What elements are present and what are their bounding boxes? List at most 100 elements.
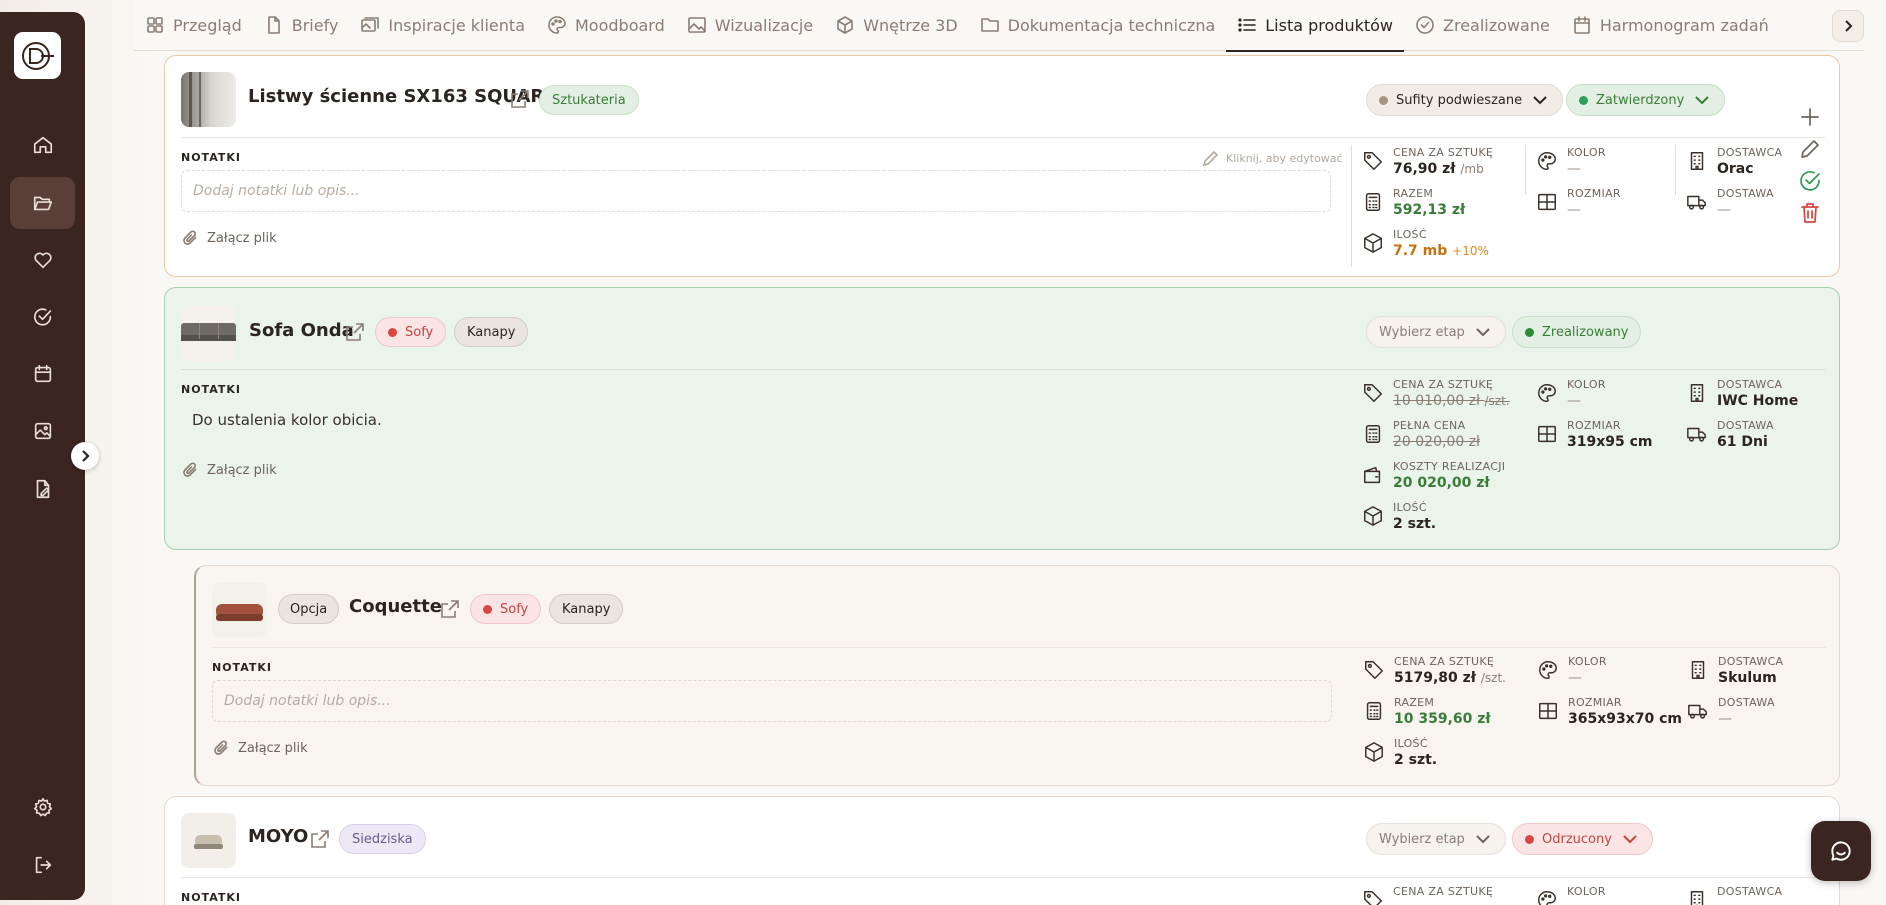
- tag-label: Sofy: [405, 324, 434, 340]
- box-icon: [1364, 233, 1382, 253]
- status-dot: [1525, 327, 1534, 337]
- sidebar-item-calendar[interactable]: [10, 348, 75, 400]
- wallet-icon: [1364, 466, 1381, 484]
- status-dropdown[interactable]: Zatwierdzony: [1566, 84, 1726, 116]
- tab-product-list[interactable]: Lista produktów: [1226, 0, 1404, 52]
- product-card: Sofa Onda Sofy Kanapy Wybierz etap Zreal…: [164, 287, 1840, 550]
- stage-dropdown[interactable]: Sufity podwieszane: [1366, 84, 1564, 116]
- sidebar-item-tasks[interactable]: [10, 291, 75, 343]
- edit-button[interactable]: [1797, 136, 1823, 162]
- app-logo[interactable]: [14, 32, 61, 79]
- open-link-button[interactable]: [439, 598, 461, 620]
- heart-icon: [33, 252, 52, 269]
- calendar-icon: [1574, 16, 1590, 34]
- attach-label: Załącz plik: [207, 462, 277, 478]
- status-dropdown[interactable]: Odrzucony: [1512, 823, 1653, 855]
- price-field: CENA ZA SZTUKĘ 76,90 zł /mb: [1362, 146, 1493, 178]
- attach-file-button[interactable]: Załącz plik: [181, 460, 277, 480]
- edit-hint[interactable]: Kliknij, aby edytować: [1201, 148, 1343, 168]
- building-icon: [1690, 891, 1704, 905]
- sidebar-item-favorites[interactable]: [10, 234, 75, 286]
- tab-visualizations[interactable]: Wizualizacje: [676, 0, 824, 51]
- full-price-value: 20 020,00 zł: [1393, 434, 1481, 450]
- check-circle-icon: [1416, 16, 1434, 34]
- check-circle-icon: [1800, 171, 1820, 191]
- notes-field[interactable]: Dodaj notatki lub opis...: [181, 170, 1331, 212]
- quantity-label: ILOŚĆ: [1393, 228, 1427, 241]
- total-field: RAZEM 592,13 zł: [1362, 187, 1465, 219]
- folder-icon: [980, 18, 999, 32]
- document-edit-icon: [36, 479, 49, 499]
- tab-label: Moodboard: [575, 15, 665, 35]
- product-thumbnail[interactable]: [181, 305, 236, 361]
- sidebar-item-documents[interactable]: [10, 463, 75, 515]
- chevron-down-icon: [1476, 835, 1490, 844]
- supplier-field: DOSTAWCA Orac: [1686, 146, 1782, 178]
- tab-schedule[interactable]: Harmonogram zadań: [1561, 0, 1780, 51]
- product-card: Listwy ścienne SX163 SQUARE Sztukateria …: [164, 55, 1840, 277]
- color-label: KOLOR: [1567, 146, 1606, 159]
- logout-icon: [35, 856, 51, 874]
- status-label: Zatwierdzony: [1596, 92, 1685, 108]
- images-icon: [361, 17, 380, 32]
- color-label: KOLOR: [1567, 378, 1606, 391]
- tab-moodboard[interactable]: Moodboard: [536, 0, 676, 51]
- sidebar-expand-button[interactable]: [71, 442, 99, 470]
- product-thumbnail[interactable]: [212, 582, 267, 637]
- realization-cost-value: 20 020,00 zł: [1393, 475, 1490, 491]
- tabs-scroll-right-button[interactable]: [1832, 10, 1864, 42]
- total-label: RAZEM: [1393, 187, 1434, 200]
- color-value: —: [1568, 670, 1582, 686]
- delivery-field: DOSTAWA 61 Dni: [1686, 419, 1774, 451]
- sidebar-item-projects[interactable]: [10, 177, 75, 229]
- box-icon: [1364, 506, 1382, 526]
- delivery-value: 61 Dni: [1717, 434, 1768, 450]
- quantity-field: ILOŚĆ 2 szt.: [1362, 501, 1436, 533]
- notes-text[interactable]: Do ustalenia kolor obicia.: [192, 411, 382, 429]
- stage-dropdown[interactable]: Wybierz etap: [1366, 823, 1506, 855]
- open-link-button[interactable]: [344, 321, 366, 343]
- sidebar-item-gallery[interactable]: [10, 405, 75, 457]
- sidebar-item-home[interactable]: [10, 119, 75, 171]
- attach-file-button[interactable]: Załącz plik: [181, 228, 277, 248]
- price-label: CENA ZA SZTUKĘ: [1393, 885, 1494, 898]
- supplier-label: DOSTAWCA: [1717, 378, 1783, 391]
- attach-file-button[interactable]: Załącz plik: [212, 738, 308, 758]
- cube-icon: [837, 16, 853, 34]
- tab-overview[interactable]: Przegląd: [134, 0, 253, 51]
- open-link-button[interactable]: [309, 828, 331, 850]
- status-badge[interactable]: Zrealizowany: [1512, 316, 1642, 348]
- product-thumbnail[interactable]: [181, 813, 236, 868]
- tag-label: Kanapy: [562, 601, 611, 617]
- tab-completed[interactable]: Zrealizowane: [1404, 0, 1561, 51]
- palette-icon: [1538, 152, 1556, 170]
- trash-icon: [1801, 203, 1819, 223]
- approve-button[interactable]: [1797, 168, 1823, 194]
- product-name[interactable]: Coquette: [349, 596, 442, 617]
- tab-briefs[interactable]: Briefy: [253, 0, 350, 51]
- tag-label: Siedziska: [352, 831, 413, 847]
- color-field: KOLOR —: [1537, 655, 1607, 687]
- supplier-value: IWC Home: [1717, 393, 1799, 409]
- calculator-icon: [1366, 702, 1382, 720]
- product-thumbnail[interactable]: [181, 72, 236, 127]
- open-link-button[interactable]: [509, 88, 531, 110]
- size-field: ROZMIAR 365x93x70 cm: [1537, 696, 1682, 728]
- color-value: —: [1567, 393, 1581, 409]
- size-value: 319x95 cm: [1567, 434, 1653, 450]
- price-tag-icon: [1364, 384, 1382, 402]
- tab-client-inspirations[interactable]: Inspiracje klienta: [349, 0, 536, 51]
- sidebar-item-settings[interactable]: [10, 781, 75, 833]
- product-name[interactable]: Sofa Onda: [249, 320, 354, 341]
- chat-button[interactable]: [1811, 821, 1871, 881]
- product-name[interactable]: MOYO: [248, 826, 308, 847]
- row-actions: [1797, 104, 1823, 232]
- tab-interior-3d[interactable]: Wnętrze 3D: [824, 0, 968, 51]
- stage-dropdown[interactable]: Wybierz etap: [1366, 316, 1506, 348]
- sidebar-item-logout[interactable]: [10, 839, 75, 891]
- tab-technical-docs[interactable]: Dokumentacja techniczna: [969, 0, 1227, 51]
- notes-field[interactable]: Dodaj notatki lub opis...: [212, 680, 1332, 722]
- tag-dot: [483, 604, 492, 614]
- delete-button[interactable]: [1797, 200, 1823, 226]
- add-button[interactable]: [1797, 104, 1823, 130]
